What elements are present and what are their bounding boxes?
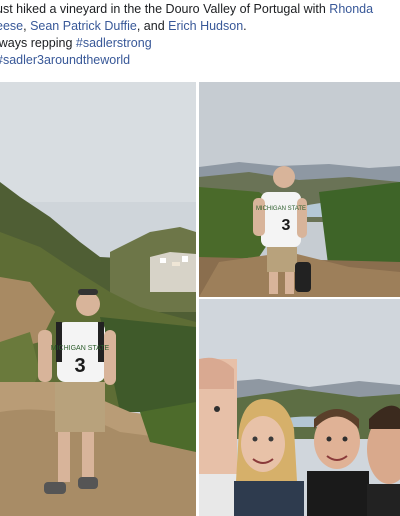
post-line-4: #sadler3aroundtheworld [0,52,400,69]
photo-top-right-image: MICHIGAN STATE 3 [199,82,400,297]
main-shirt-number: 3 [74,355,85,377]
photo-main-image: MICHIGAN STATE 3 [0,82,196,516]
photo-vineyard-overlook[interactable]: MICHIGAN STATE 3 [199,82,400,297]
post-line-2: eese, Sean Patrick Duffie, and Erich Hud… [0,18,400,35]
photo-bottom-right-image [199,299,400,516]
hashtag-sadlerstrong[interactable]: #sadlerstrong [76,36,152,50]
mention-rhonda[interactable]: Rhonda [329,2,373,16]
post-line-3: lways repping #sadlerstrong [0,35,400,52]
mention-reese[interactable]: eese [0,19,23,33]
main-shirt-text: MICHIGAN STATE [51,345,110,352]
photo-group-selfie[interactable] [199,299,400,516]
top-right-shirt-text: MICHIGAN STATE [256,206,306,212]
separator: , and [136,19,169,33]
hashtag-sadler3aroundtheworld[interactable]: #sadler3aroundtheworld [0,53,130,67]
post-line-1: ust hiked a vineyard in the the Douro Va… [0,1,400,18]
top-right-shirt-number: 3 [282,217,291,234]
period: . [243,19,247,33]
photo-main-hiker[interactable]: MICHIGAN STATE 3 [0,82,196,516]
post-text-part: lways repping [0,36,76,50]
mention-erich-hudson[interactable]: Erich Hudson [168,19,243,33]
post-text-part: ust hiked a vineyard in the the Douro Va… [0,2,330,16]
mention-sean-patrick-duffie[interactable]: Sean Patrick Duffie [30,19,137,33]
post-text: ust hiked a vineyard in the the Douro Va… [0,1,400,69]
